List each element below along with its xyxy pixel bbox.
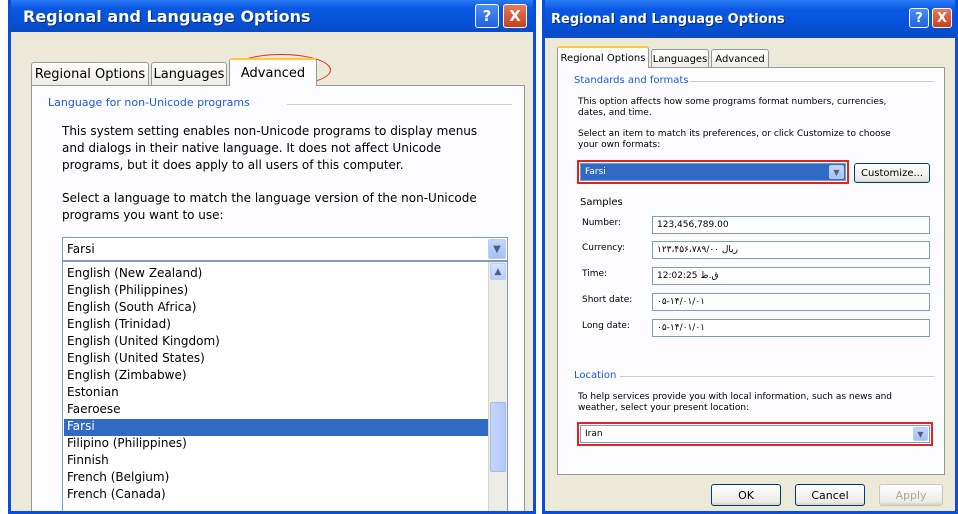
left-window-title: Regional and Language Options [23,6,311,26]
list-item[interactable]: Finnish [67,453,109,467]
right-help-button[interactable]: ? [909,8,929,28]
help-icon: ? [482,7,492,25]
list-item[interactable]: English (South Africa) [67,300,196,314]
group-divider [287,104,512,105]
non-unicode-group-label: Language for non-Unicode programs [48,96,250,109]
left-tab-panel: Language for non-Unicode programs This s… [31,85,525,511]
select-prompt-line-2: programs you want to use: [62,208,224,222]
left-close-button[interactable]: X [503,4,527,28]
non-unicode-language-combo[interactable]: Farsi ▼ [62,237,508,261]
left-dialog-window: Regional and Language Options ? X Region… [8,0,536,514]
right-tab-advanced[interactable]: Advanced [711,49,769,68]
list-item[interactable]: French (Canada) [67,487,166,501]
sample-label-time: Time: [582,269,608,279]
sample-label-currency: Currency: [582,243,625,253]
combo-value: Farsi [67,242,95,256]
right-dialog-window: Regional and Language Options ? X Region… [542,0,958,514]
chevron-down-icon: ▼ [493,243,501,255]
close-icon: X [509,7,521,25]
format-combo-highlight [577,160,849,184]
right-tab-panel: Standards and formats This option affect… [557,67,945,475]
right-tab-regional-options[interactable]: Regional Options [557,46,649,68]
close-icon: X [936,10,948,26]
sample-value-currency: ۱۲۳،۴۵۶،۷۸۹/۰۰ ریال [652,241,930,259]
ok-button[interactable]: OK [711,484,781,506]
standards-desc-line-1: This option affects how some programs fo… [578,97,887,107]
location-combo-highlight [577,422,933,446]
list-selection-highlight [64,419,489,436]
description-line-3: programs, but it does apply to all users… [62,158,404,172]
samples-group-label: Samples [580,197,623,208]
right-tab-strip: Regional Options Languages Advanced [557,46,771,68]
list-scrollbar[interactable]: ▲ [488,262,507,511]
list-item[interactable]: English (United Kingdom) [67,334,220,348]
left-tab-languages[interactable]: Languages [151,62,227,86]
help-icon: ? [915,10,923,26]
location-desc-line-1: To help services provide you with local … [578,392,893,402]
left-tab-strip: Regional Options Languages Advanced [31,58,319,86]
standards-divider [690,81,934,82]
list-item[interactable]: English (Philippines) [67,283,188,297]
list-item[interactable]: English (United States) [67,351,205,365]
scroll-up-button[interactable]: ▲ [490,263,506,280]
right-window-title: Regional and Language Options [551,11,785,27]
select-prompt-line-1: Select a language to match the language … [62,191,477,205]
sample-value-time: 12:02:25 ق.ظ [652,267,930,285]
sample-label-short-date: Short date: [582,295,633,305]
list-item[interactable]: Faeroese [67,402,121,416]
sample-label-number: Number: [582,218,622,228]
list-item[interactable]: English (New Zealand) [67,266,202,280]
sample-value-short-date: ۰۵-۱۴/۰۱/۰۱ [652,293,930,311]
location-group-label: Location [574,370,617,381]
right-close-button[interactable]: X [932,8,952,28]
apply-button[interactable]: Apply [879,484,943,506]
cancel-button[interactable]: Cancel [795,484,865,506]
right-title-bar[interactable]: Regional and Language Options ? X [545,0,955,38]
standards-group-label: Standards and formats [574,75,689,86]
standards-desc-line-2: dates, and time. [578,108,652,118]
list-item[interactable]: Filipino (Philippines) [67,436,187,450]
list-item[interactable]: English (Trinidad) [67,317,171,331]
sample-value-long-date: ۰۵-۱۴/۰۱/۰۱ [652,319,930,337]
location-desc-line-2: weather, select your present location: [578,403,750,413]
description-line-1: This system setting enables non-Unicode … [62,124,478,138]
scroll-thumb[interactable] [490,402,506,472]
list-item[interactable]: French (Belgium) [67,470,169,484]
right-tab-languages[interactable]: Languages [651,49,709,68]
left-tab-advanced[interactable]: Advanced [229,58,317,86]
chevron-up-icon: ▲ [494,266,502,277]
left-help-button[interactable]: ? [475,4,499,28]
list-item-selected[interactable]: Farsi [67,419,95,433]
description-line-2: and dialogs in their native language. It… [62,141,442,155]
sample-label-long-date: Long date: [582,321,630,331]
customize-button[interactable]: Customize... [854,163,930,183]
left-title-bar[interactable]: Regional and Language Options ? X [11,0,533,32]
list-item[interactable]: English (Zimbabwe) [67,368,187,382]
combo-dropdown-button[interactable]: ▼ [488,239,506,259]
location-divider [620,376,934,377]
left-tab-regional-options[interactable]: Regional Options [31,62,149,86]
list-item[interactable]: Estonian [67,385,119,399]
standards-prompt-line-1: Select an item to match its preferences,… [578,129,891,139]
standards-prompt-line-2: your own formats: [578,140,661,150]
sample-value-number: 123,456,789.00 [652,216,930,234]
language-dropdown-list[interactable]: English (New Zealand) English (Philippin… [62,261,508,511]
